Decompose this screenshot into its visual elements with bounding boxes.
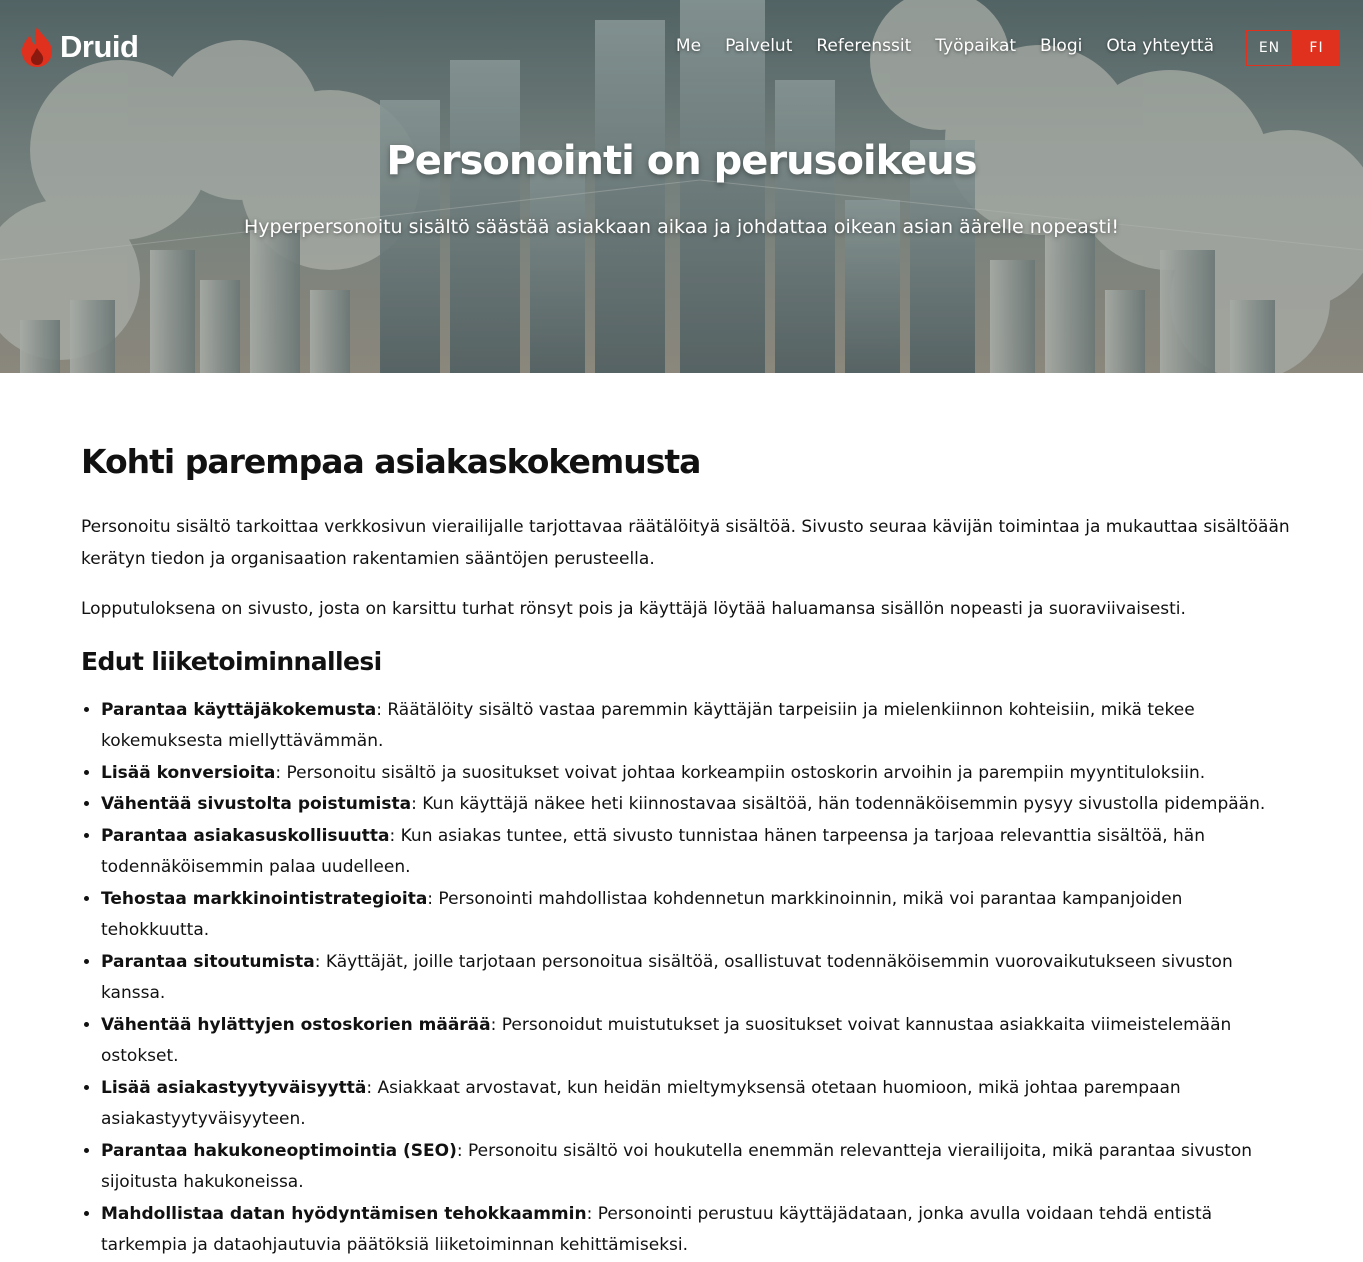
benefits-list: Parantaa käyttäjäkokemusta: Räätälöity s… — [81, 695, 1291, 1262]
list-item: Vähentää sivustolta poistumista: Kun käy… — [101, 789, 1291, 821]
list-item: Lisää konversioita: Personoitu sisältö j… — [101, 758, 1291, 790]
summary-paragraph: Lopputuloksena on sivusto, josta on kars… — [81, 599, 1186, 619]
list-item: Parantaa asiakasuskollisuutta: Kun asiak… — [101, 821, 1291, 884]
nav-item-blogi[interactable]: Blogi — [1040, 36, 1082, 56]
list-item: Parantaa hakukoneoptimointia (SEO): Pers… — [101, 1136, 1291, 1199]
lang-button-fi[interactable]: FI — [1293, 30, 1340, 66]
logo[interactable]: Druid — [20, 26, 139, 68]
benefits-heading: Edut liiketoiminnallesi — [81, 646, 382, 676]
nav-item-tyopaikat[interactable]: Työpaikat — [935, 36, 1016, 56]
lang-button-en[interactable]: EN — [1246, 30, 1293, 66]
list-item: Parantaa sitoutumista: Käyttäjät, joille… — [101, 947, 1291, 1010]
nav-item-ota-yhteytta[interactable]: Ota yhteyttä — [1106, 36, 1214, 56]
nav-item-referenssit[interactable]: Referenssit — [816, 36, 911, 56]
list-item: Parantaa käyttäjäkokemusta: Räätälöity s… — [101, 695, 1291, 758]
flame-icon — [21, 27, 53, 67]
list-item: Lisää asiakastyytyväisyyttä: Asiakkaat a… — [101, 1073, 1291, 1136]
language-switcher: EN FI — [1246, 30, 1340, 66]
logo-text: Druid — [60, 29, 139, 64]
list-item: Mahdollistaa datan hyödyntämisen tehokka… — [101, 1199, 1291, 1262]
hero-title: Personointi on perusoikeus — [386, 138, 977, 184]
nav-item-me[interactable]: Me — [676, 36, 701, 56]
section-heading: Kohti parempaa asiakaskokemusta — [81, 442, 701, 481]
hero-subtitle: Hyperpersonoitu sisältö säästää asiakkaa… — [243, 216, 1120, 238]
nav-item-palvelut[interactable]: Palvelut — [725, 36, 792, 56]
main-nav: Me Palvelut Referenssit Työpaikat Blogi … — [676, 36, 1214, 56]
intro-paragraph: Personoitu sisältö tarkoittaa verkkosivu… — [81, 517, 1290, 569]
hero-banner: Druid Me Palvelut Referenssit Työpaikat … — [0, 0, 1363, 373]
list-item: Vähentää hylättyjen ostoskorien määrää: … — [101, 1010, 1291, 1073]
list-item: Tehostaa markkinointistrategioita: Perso… — [101, 884, 1291, 947]
main-content: Kohti parempaa asiakaskokemusta Personoi… — [81, 373, 1291, 1262]
